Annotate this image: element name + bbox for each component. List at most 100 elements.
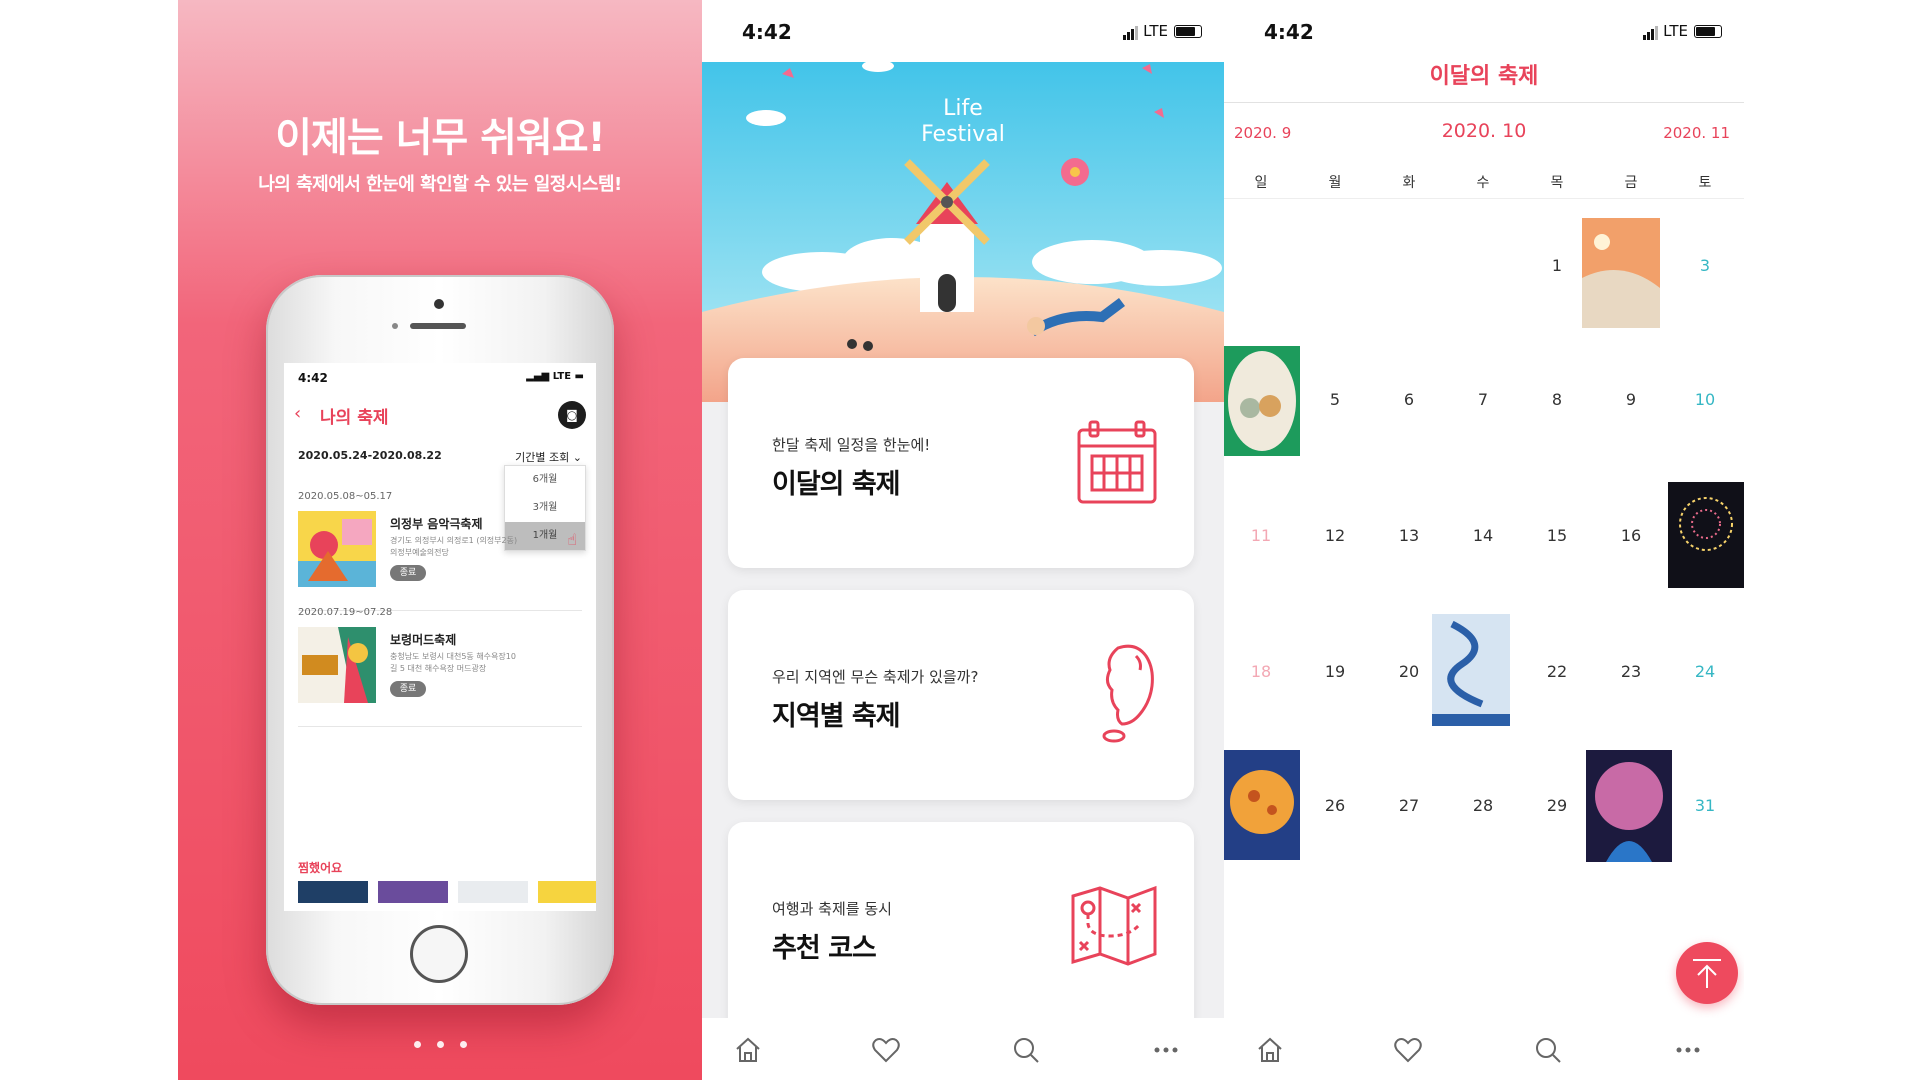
phone-mockup: 4:42 ▂▄▆ LTE ▬ ‹ 나의 축제 ◙ 2020.05.24-2020… [266,275,614,1005]
festival-thumbnail[interactable] [1432,614,1510,726]
calendar-day[interactable]: 19 [1298,662,1372,681]
period-option-6m[interactable]: 6개월 [505,466,585,494]
card-monthly-festival[interactable]: 한달 축제 일정을 한눈에! 이달의 축제 [728,358,1194,568]
calendar-day[interactable]: 5 [1298,390,1372,409]
calendar-day[interactable]: 13 [1372,526,1446,545]
back-icon[interactable]: ‹ [294,403,301,424]
status-badge: 종료 [390,565,426,581]
status-time: 4:42 [742,20,792,44]
camera-dot [434,299,444,309]
divider [1224,198,1744,199]
route-map-icon [1071,885,1157,966]
period-filter-button[interactable]: 기간별 조회 ⌄ [515,449,582,465]
calendar-day[interactable]: 12 [1298,526,1372,545]
calendar-day[interactable]: 23 [1594,662,1668,681]
camera-icon[interactable]: ◙ [558,401,586,429]
favorite-thumb[interactable] [378,881,448,903]
item-address: 경기도 의정부시 의정로1 (의정부2동) 의정부예술의전당 [390,536,518,557]
more-icon[interactable] [1672,1034,1704,1066]
calendar-day[interactable]: 24 [1668,662,1742,681]
status-badge: 종료 [390,681,426,697]
promo-headline: 이제는 너무 쉬워요! [275,115,606,161]
card-subtitle: 한달 축제 일정을 한눈에! [772,436,931,454]
status-indicators: LTE [1123,22,1202,40]
favorite-thumb[interactable] [458,881,528,903]
heart-icon[interactable] [870,1034,902,1066]
home-icon[interactable] [1254,1034,1286,1066]
calendar-day[interactable]: 11 [1224,526,1298,545]
festival-thumbnail[interactable] [1224,750,1300,860]
favorite-thumb[interactable] [538,881,596,903]
festival-thumbnail[interactable] [1582,218,1660,328]
calendar-day[interactable]: 22 [1520,662,1594,681]
list-item[interactable]: 2020.07.19~07.28 보령머드축제 충청남도 보령시 대천5동 해수… [298,607,582,727]
phone-status-bar: 4:42 ▂▄▆ LTE ▬ [298,371,584,385]
heart-icon[interactable] [1392,1034,1424,1066]
signal-icon [1643,22,1659,40]
festival-thumbnail[interactable] [1586,750,1672,862]
calendar-day[interactable]: 3 [1668,256,1742,275]
hero-logo-text: Life Festival [921,96,1005,147]
app-store-showcase: 이제는 너무 쉬워요! 나의 축제에서 한눈에 확인할 수 있는 일정시스템! … [0,0,1920,1080]
calendar-day[interactable]: 6 [1372,390,1446,409]
home-icon[interactable] [732,1034,764,1066]
calendar-day[interactable]: 14 [1446,526,1520,545]
arrow-up-icon [1693,959,1721,988]
card-title: 이달의 축제 [772,469,901,500]
weekday-thu: 목 [1550,175,1564,191]
page-dot [436,1041,444,1048]
korea-map-icon [1102,644,1154,743]
calendar-day[interactable]: 9 [1594,390,1668,409]
status-bar: 4:42 LTE [702,0,1224,62]
item-address: 충청남도 보령시 대천5동 해수욕장10길 5 대천 해수욕장 머드광장 [390,652,516,673]
weekday-mon: 월 [1328,175,1342,191]
calendar-day[interactable]: 29 [1520,796,1594,815]
status-time: 4:42 [1264,20,1314,44]
weekday-sun: 일 [1254,175,1268,191]
favorite-thumb[interactable] [298,881,368,903]
promo-panel: 이제는 너무 쉬워요! 나의 축제에서 한눈에 확인할 수 있는 일정시스템! … [178,0,702,1080]
search-icon[interactable] [1010,1034,1042,1066]
network-label: LTE [1663,22,1688,40]
network-label: LTE [1143,22,1168,40]
page-dot [459,1041,467,1048]
calendar-day[interactable]: 15 [1520,526,1594,545]
scroll-top-button[interactable] [1676,942,1738,1004]
calendar-day[interactable]: 8 [1520,390,1594,409]
card-subtitle: 우리 지역엔 무슨 축제가 있을까? [772,668,979,686]
festival-thumbnail[interactable] [1224,346,1300,456]
festival-thumbnail[interactable] [1668,482,1744,588]
calendar-day[interactable]: 27 [1372,796,1446,815]
next-month-button[interactable]: 2020. 11 [1663,124,1730,142]
calendar-day[interactable]: 7 [1446,390,1520,409]
weekday-tue: 화 [1402,175,1416,191]
bottom-tab-bar [702,1018,1224,1080]
date-range: 2020.05.24-2020.08.22 [298,449,442,462]
calendar-day[interactable]: 10 [1668,390,1742,409]
item-date: 2020.07.19~07.28 [298,607,393,618]
list-item[interactable]: 2020.05.08~05.17 의정부 음악극축제 경기도 의정부시 의정로1… [298,491,582,611]
divider [1224,102,1744,103]
page-title: 이달의 축제 [1429,64,1539,89]
weekday-sat: 토 [1698,175,1712,191]
weekday-fri: 금 [1624,175,1638,191]
phone-time: 4:42 [298,371,328,385]
phone-network: ▂▄▆ LTE ▬ [526,371,584,382]
item-date: 2020.05.08~05.17 [298,491,393,502]
page-dot [413,1041,421,1048]
calendar-day[interactable]: 16 [1594,526,1668,545]
calendar-day[interactable]: 18 [1224,662,1298,681]
pagination-dots [178,1033,702,1052]
more-icon[interactable] [1150,1034,1182,1066]
calendar-icon [1077,420,1157,504]
card-title: 지역별 축제 [772,701,901,732]
status-indicators: LTE [1643,22,1722,40]
calendar-day[interactable]: 28 [1446,796,1520,815]
battery-icon [1694,25,1722,38]
search-icon[interactable] [1532,1034,1564,1066]
calendar-day[interactable]: 26 [1298,796,1372,815]
home-button [410,925,468,983]
chevron-down-icon: ⌄ [572,451,582,464]
calendar-day[interactable]: 31 [1668,796,1742,815]
card-regional-festival[interactable]: 우리 지역엔 무슨 축제가 있을까? 지역별 축제 [728,590,1194,800]
